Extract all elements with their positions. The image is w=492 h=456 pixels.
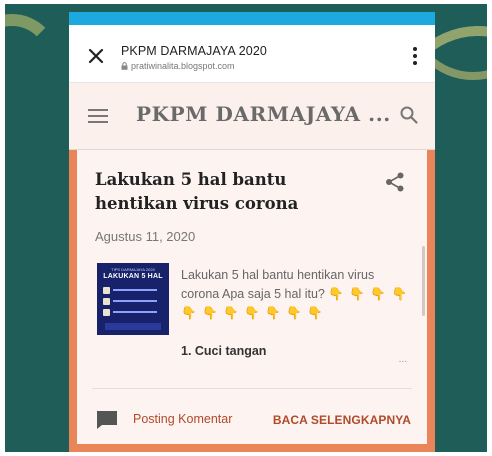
- post-title[interactable]: Lakukan 5 hal bantu hentikan virus coron…: [95, 168, 365, 216]
- blog-title[interactable]: PKPM DARMAJAYA ...: [136, 102, 391, 126]
- custom-tab-toolbar: PKPM DARMAJAYA 2020 pratiwinalita.blogsp…: [69, 25, 435, 83]
- divider: [92, 388, 412, 389]
- decorative-arc: [5, 14, 59, 108]
- post-subheading: 1. Cuci tangan: [181, 344, 267, 358]
- share-icon[interactable]: [385, 172, 405, 192]
- close-icon[interactable]: [87, 47, 105, 65]
- page-title: PKPM DARMAJAYA 2020: [121, 44, 267, 58]
- post-card: Lakukan 5 hal bantu hentikan virus coron…: [77, 150, 427, 444]
- lock-icon: [121, 62, 128, 70]
- thumbnail-row: [103, 298, 163, 305]
- menu-icon[interactable]: [88, 108, 108, 124]
- url-text: pratiwinalita.blogspot.com: [131, 61, 235, 71]
- post-thumbnail[interactable]: TIPS DARMAJAYA 2020 LAKUKAN 5 HAL: [97, 263, 169, 335]
- thumbnail-footer: [105, 323, 161, 330]
- post-date: Agustus 11, 2020: [95, 229, 196, 244]
- search-icon[interactable]: [400, 106, 418, 124]
- thumbnail-row: [103, 309, 163, 316]
- phone-frame: PKPM DARMAJAYA 2020 pratiwinalita.blogsp…: [69, 12, 435, 452]
- excerpt-ellipsis: ...: [398, 354, 407, 365]
- scrollbar[interactable]: [422, 246, 425, 316]
- comment-icon[interactable]: [96, 410, 118, 430]
- read-more-link[interactable]: BACA SELENGKAPNYA: [273, 413, 411, 427]
- thumbnail-row: [103, 287, 163, 294]
- thumbnail-header: TIPS DARMAJAYA 2020: [111, 267, 155, 272]
- post-comment-link[interactable]: Posting Komentar: [133, 412, 232, 426]
- thumbnail-title: LAKUKAN 5 HAL: [103, 273, 163, 280]
- status-bar: [69, 12, 435, 25]
- post-excerpt: Lakukan 5 hal bantu hentikan virus coron…: [181, 266, 411, 323]
- blog-header: PKPM DARMAJAYA ...: [69, 83, 435, 150]
- page-url: pratiwinalita.blogspot.com: [121, 61, 235, 71]
- more-vert-icon[interactable]: [413, 47, 417, 65]
